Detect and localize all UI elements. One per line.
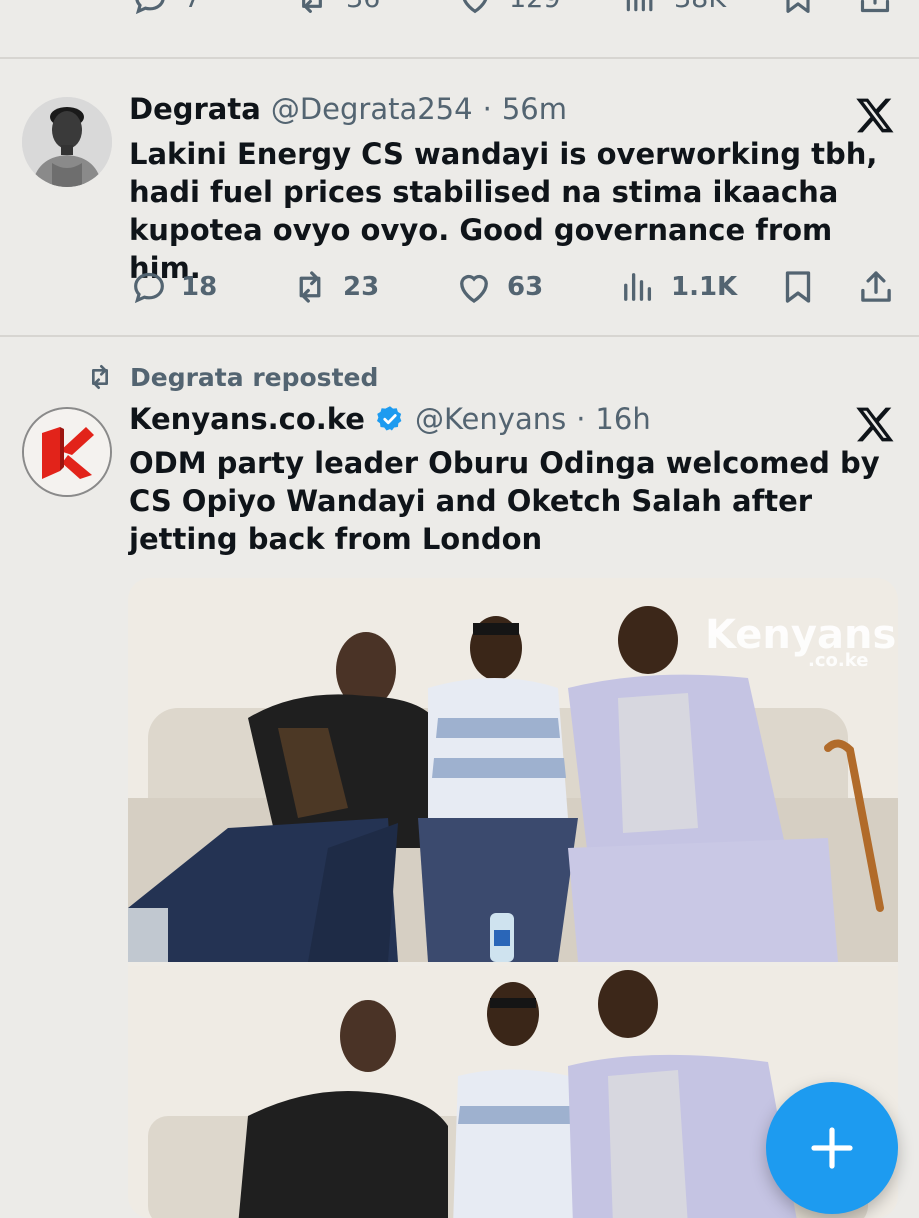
repost-context[interactable]: Degrata reposted (84, 361, 378, 393)
bookmark-button[interactable] (778, 0, 818, 18)
like-icon (455, 0, 495, 18)
handle[interactable]: @Degrata254 (271, 92, 473, 126)
reply-icon (130, 0, 170, 18)
separator-dot: · (576, 402, 586, 436)
share-icon (855, 266, 897, 308)
previous-tweet-actions: 7 36 129 38K (0, 0, 919, 18)
views-button[interactable]: 38K (620, 0, 726, 18)
views-icon (620, 0, 660, 18)
repost-icon (289, 266, 331, 308)
compose-button[interactable] (766, 1082, 898, 1214)
views-icon (617, 266, 659, 308)
repost-button[interactable]: 36 (292, 0, 380, 18)
like-button[interactable]: 129 (455, 0, 561, 18)
share-button[interactable] (855, 262, 897, 312)
photo-1[interactable]: Kenyans .co.ke (128, 578, 898, 962)
repost-label: Degrata reposted (130, 362, 379, 392)
separator-dot: · (482, 92, 492, 126)
x-logo-icon (853, 94, 897, 138)
divider (0, 57, 919, 59)
divider (0, 335, 919, 337)
timestamp[interactable]: 56m (502, 92, 567, 126)
tweet-header: Degrata @Degrata254 · 56m (129, 92, 567, 126)
repost-count: 23 (343, 272, 380, 302)
verified-badge-icon (375, 404, 405, 434)
repost-button[interactable]: 23 (289, 262, 379, 312)
watermark-subtext: .co.ke (808, 650, 868, 671)
repost-icon (292, 0, 332, 18)
repost-icon (84, 361, 116, 393)
compose-plus-icon (766, 1082, 898, 1214)
reply-icon (129, 267, 169, 307)
tweet-text: ODM party leader Oburu Odinga welcomed b… (129, 446, 880, 556)
like-button[interactable]: 63 (453, 262, 543, 312)
x-logo-icon (853, 403, 897, 447)
like-count: 63 (507, 272, 544, 302)
tweet-header: Kenyans.co.ke @Kenyans · 16h (129, 402, 651, 436)
handle[interactable]: @Kenyans (415, 402, 566, 436)
reply-count: 18 (181, 272, 218, 302)
timestamp[interactable]: 16h (595, 402, 650, 436)
reply-button[interactable]: 7 (130, 0, 201, 18)
display-name[interactable]: Kenyans.co.ke (129, 402, 365, 436)
reply-button[interactable]: 18 (129, 262, 217, 312)
share-button[interactable] (855, 0, 895, 18)
avatar[interactable] (22, 407, 112, 497)
tweet-actions: 18 23 63 1.1K (129, 262, 899, 312)
views-button[interactable]: 1.1K (617, 262, 737, 312)
share-icon (855, 0, 895, 18)
bookmark-button[interactable] (777, 262, 819, 312)
bookmark-icon (777, 266, 819, 308)
bookmark-icon (778, 0, 818, 18)
view-count: 1.1K (671, 272, 738, 302)
avatar[interactable] (22, 97, 112, 187)
display-name[interactable]: Degrata (129, 92, 261, 126)
like-icon (453, 266, 495, 308)
